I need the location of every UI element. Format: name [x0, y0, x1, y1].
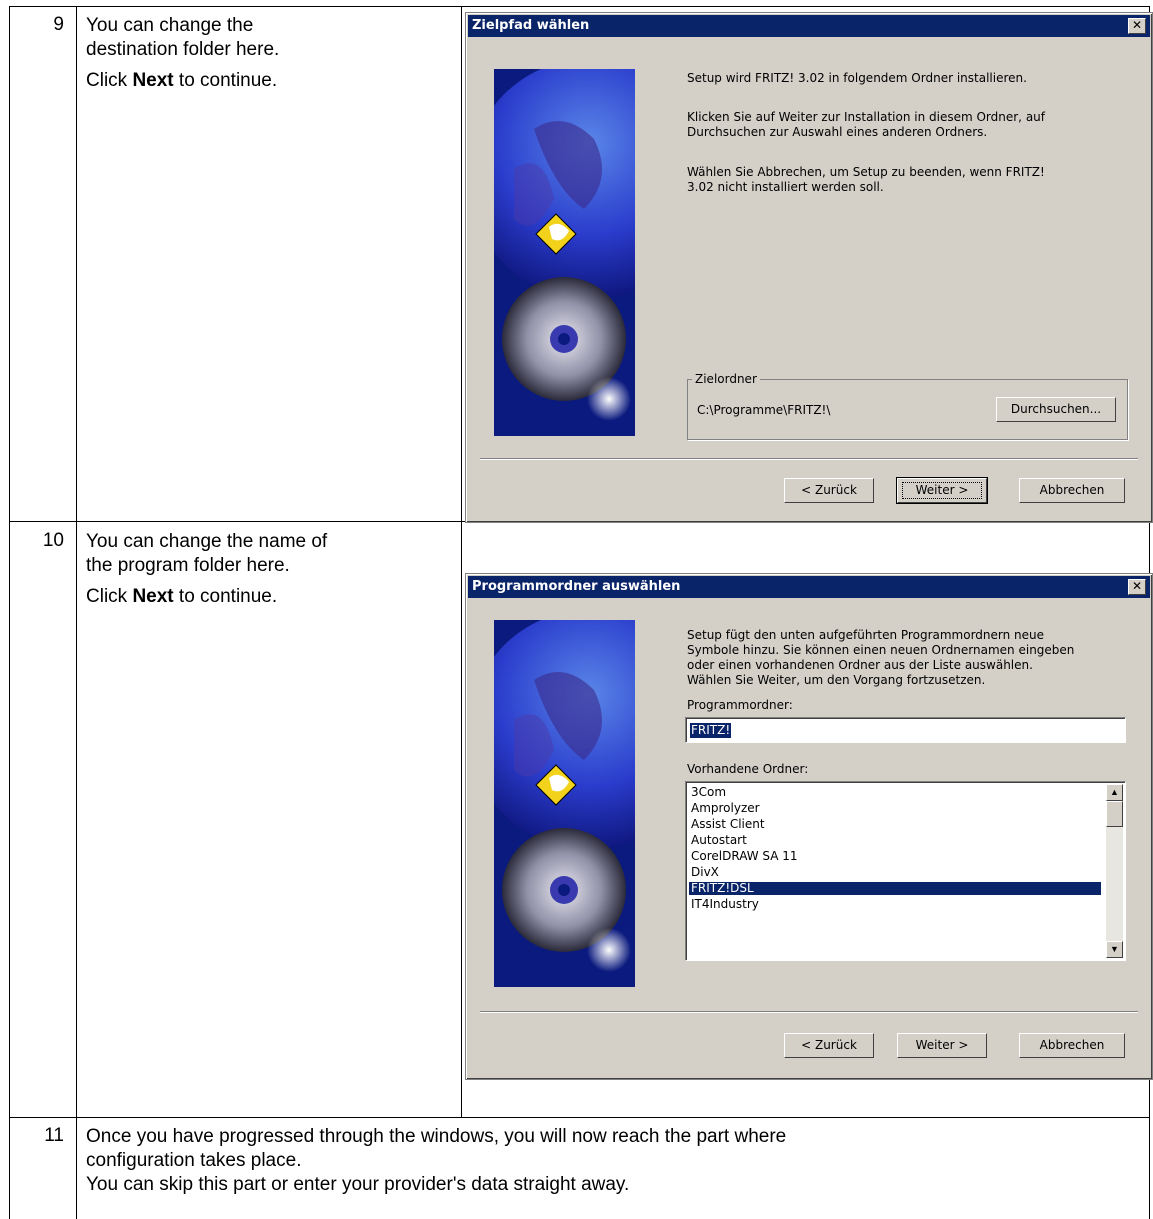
dialog-zielpfad: Zielpfad wählen ✕ Setup wird FRITZ! 3.02… [465, 12, 1153, 523]
table-row-divider-2 [9, 1117, 1150, 1118]
table-col-divider-2 [461, 6, 462, 1118]
table-col-divider [76, 6, 77, 1219]
step-instructions: Once you have progressed through the win… [86, 1125, 1146, 1197]
info-text: Durchsuchen zur Auswahl eines anderen Or… [687, 125, 988, 139]
window-title: Zielpfad wählen [472, 18, 590, 33]
table-border-top [9, 6, 1150, 7]
title-bar[interactable]: Programmordner auswählen ✕ [468, 576, 1150, 598]
table-border-left [9, 6, 10, 1219]
cancel-info-text: 3.02 nicht installiert werden soll. [687, 180, 884, 194]
list-item[interactable]: Amprolyzer [689, 802, 760, 815]
next-button[interactable]: Weiter > [896, 477, 988, 504]
instruction-text: to continue. [173, 586, 278, 607]
close-button[interactable]: ✕ [1128, 579, 1146, 595]
instruction-bold: Next [132, 70, 174, 91]
destination-path: C:\Programme\FRITZ!\ [697, 403, 831, 417]
next-button[interactable]: Weiter > [897, 1033, 987, 1058]
instruction-line: Once you have progressed through the win… [86, 1126, 787, 1147]
group-label: Zielordner [692, 372, 760, 386]
vertical-scrollbar[interactable]: ▲ ▼ [1106, 784, 1123, 958]
separator [480, 1011, 1138, 1013]
focus-ring [902, 482, 982, 499]
scroll-down-icon[interactable]: ▼ [1106, 941, 1123, 958]
list-item[interactable]: IT4Industry [689, 898, 759, 911]
step-instructions: You can change the destination folder he… [86, 14, 456, 93]
window-title: Programmordner auswählen [472, 579, 681, 594]
browse-button[interactable]: Durchsuchen... [996, 397, 1116, 422]
info-text: Klicken Sie auf Weiter zur Installation … [687, 110, 1045, 124]
instruction-text: Click [86, 70, 133, 91]
dialog-programmordner: Programmordner auswählen ✕ Setup fügt de… [465, 573, 1153, 1080]
step-number: 10 [42, 530, 64, 551]
program-folder-label: Programmordner: [687, 698, 793, 712]
intro-text: Symbole hinzu. Sie können einen neuen Or… [687, 643, 1075, 657]
cancel-button[interactable]: Abbrechen [1019, 478, 1125, 503]
existing-folders-list[interactable]: 3Com Amprolyzer Assist Client Autostart … [685, 781, 1126, 961]
setup-artwork [494, 620, 635, 987]
back-button[interactable]: < Zurück [784, 478, 874, 503]
instruction-line: destination folder here. [86, 39, 280, 60]
program-folder-value: FRITZ! [690, 723, 732, 738]
instruction-bold: Next [132, 586, 174, 607]
setup-artwork [494, 69, 635, 436]
intro-text: Setup fügt den unten aufgeführten Progra… [687, 628, 1045, 642]
list-item[interactable]: CorelDRAW SA 11 [689, 850, 798, 863]
intro-text: Setup wird FRITZ! 3.02 in folgendem Ordn… [687, 71, 1027, 85]
instruction-line: configuration takes place. [86, 1150, 302, 1171]
existing-folders-label: Vorhandene Ordner: [687, 762, 809, 776]
instruction-line: You can change the name of [86, 531, 328, 552]
instruction-click: Click Next to continue. [86, 69, 456, 93]
step-number: 9 [53, 14, 64, 35]
list-item[interactable]: DivX [689, 866, 719, 879]
list-item[interactable]: Assist Client [689, 818, 765, 831]
intro-text: Wählen Sie Weiter, um den Vorgang fortzu… [687, 673, 986, 687]
list-item-selected[interactable]: FRITZ!DSL [689, 882, 1101, 895]
cancel-button[interactable]: Abbrechen [1019, 1033, 1125, 1058]
list-item[interactable]: 3Com [689, 786, 726, 799]
program-folder-input[interactable]: FRITZ! [685, 717, 1126, 743]
title-bar[interactable]: Zielpfad wählen ✕ [468, 15, 1150, 37]
globe-cd-graphic [494, 620, 635, 987]
instruction-click: Click Next to continue. [86, 585, 456, 609]
step-instructions: You can change the name of the program f… [86, 530, 456, 609]
back-button[interactable]: < Zurück [784, 1033, 874, 1058]
instruction-text: Click [86, 586, 133, 607]
separator [480, 458, 1138, 460]
list-item[interactable]: Autostart [689, 834, 747, 847]
instruction-text: to continue. [173, 70, 278, 91]
close-button[interactable]: ✕ [1128, 18, 1146, 34]
instruction-line: You can skip this part or enter your pro… [86, 1174, 630, 1195]
scroll-thumb[interactable] [1106, 801, 1123, 827]
step-number: 11 [44, 1125, 64, 1146]
cancel-info-text: Wählen Sie Abbrechen, um Setup zu beende… [687, 165, 1045, 179]
instruction-line: the program folder here. [86, 555, 290, 576]
intro-text: oder einen vorhandenen Ordner aus der Li… [687, 658, 1033, 672]
globe-cd-graphic [494, 69, 635, 436]
scroll-up-icon[interactable]: ▲ [1106, 784, 1123, 801]
instruction-line: You can change the [86, 15, 254, 36]
